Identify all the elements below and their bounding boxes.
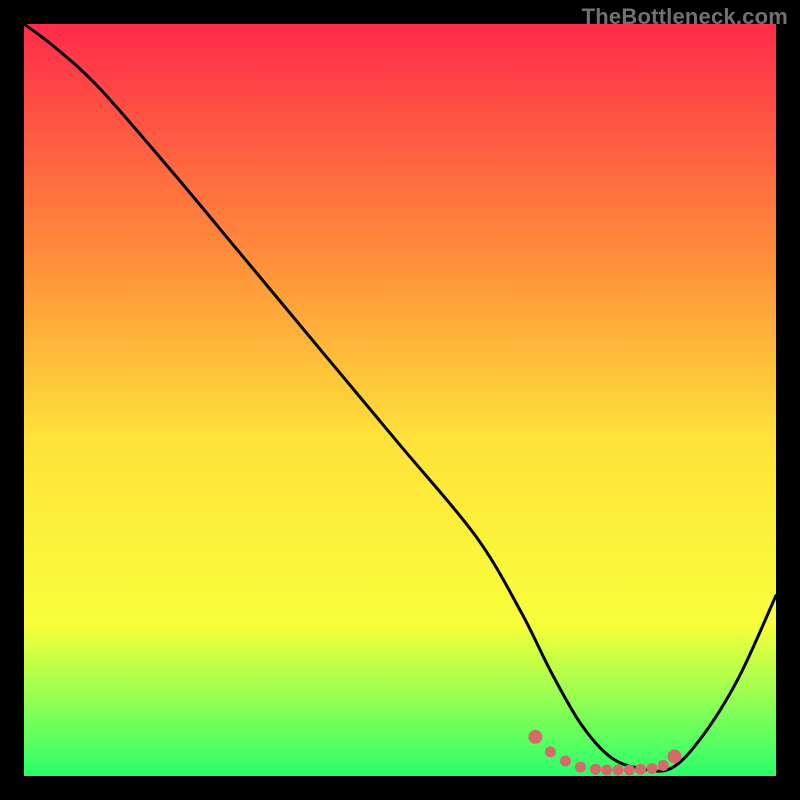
optimal-dot (624, 765, 635, 776)
optimal-dot (575, 762, 586, 773)
optimal-dot (560, 756, 571, 767)
bottleneck-chart (24, 24, 776, 776)
optimal-dot (658, 760, 669, 771)
optimal-dot (635, 764, 646, 775)
gradient-background (24, 24, 776, 776)
optimal-dot (646, 763, 657, 774)
optimal-dot (528, 730, 542, 744)
optimal-dot (590, 764, 601, 775)
optimal-dot (601, 765, 612, 776)
optimal-dot (668, 749, 682, 763)
optimal-dot (545, 746, 556, 757)
chart-container: { "watermark": "TheBottleneck.com", "cha… (0, 0, 800, 800)
optimal-dot (613, 765, 624, 776)
